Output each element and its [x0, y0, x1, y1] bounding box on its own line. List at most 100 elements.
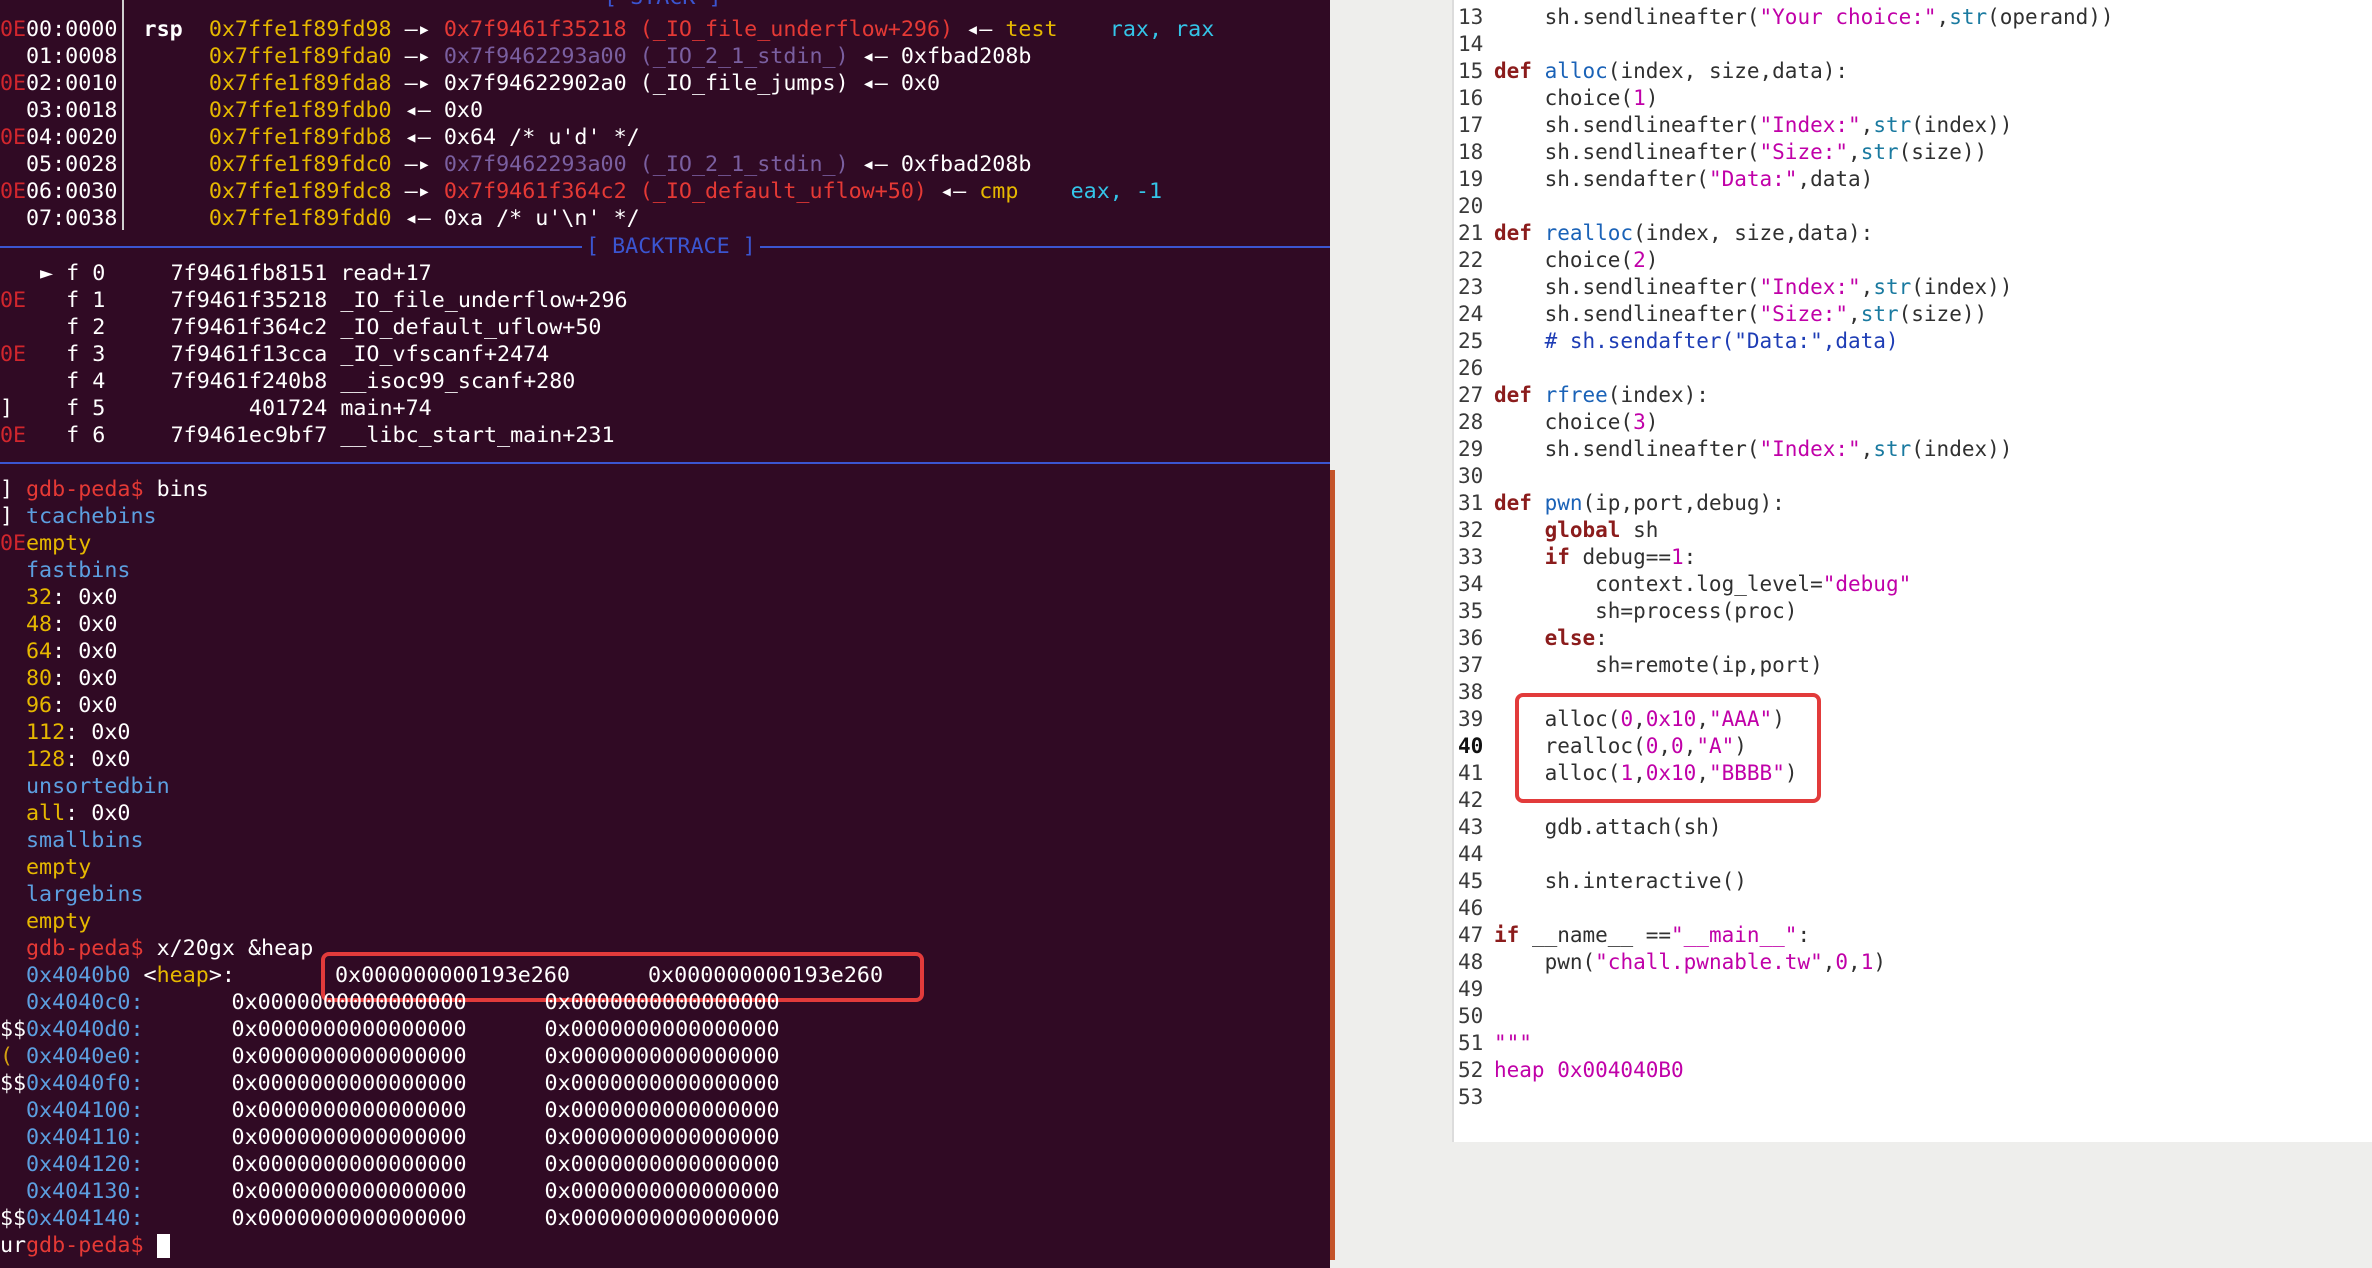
code-line[interactable]: 34 context.log_level="debug"	[1454, 571, 1911, 598]
code-token: "__main__"	[1671, 923, 1798, 947]
code-line[interactable]: 32 global sh	[1454, 517, 1658, 544]
code-line[interactable]: 53	[1454, 1084, 1494, 1111]
code-line[interactable]: 31 def pwn(ip,port,debug):	[1454, 490, 1785, 517]
code-line[interactable]: 25 # sh.sendafter("Data:",data)	[1454, 328, 1899, 355]
code-line[interactable]: 51 """	[1454, 1030, 1532, 1057]
code-line[interactable]: 37 sh=remote(ip,port)	[1454, 652, 1823, 679]
code-line[interactable]: 35 sh=process(proc)	[1454, 598, 1797, 625]
code-line[interactable]: 43 gdb.attach(sh)	[1454, 814, 1722, 841]
line-number: 30	[1458, 464, 1484, 488]
line-number: 13	[1458, 5, 1484, 29]
code-line[interactable]: 13 sh.sendlineafter("Your choice:",str(o…	[1454, 4, 2114, 31]
bins-output-line: empty	[26, 530, 91, 557]
bins-label: unsortedbin	[26, 774, 170, 799]
stack-address: 0x7ffe1f89fdc0	[182, 152, 392, 177]
code-line[interactable]: 49	[1454, 976, 1494, 1003]
code-line[interactable]: 23 sh.sendlineafter("Index:",str(index))	[1454, 274, 2012, 301]
heap-value: 0x0000000000000000	[544, 1044, 780, 1069]
bins-output-line: all: 0x0	[26, 800, 130, 827]
code-line[interactable]: 33 if debug==1:	[1454, 544, 1696, 571]
code-line[interactable]: 38	[1454, 679, 1494, 706]
gutter-marker: 0E	[0, 17, 26, 42]
stack-asm-op: cmp	[979, 179, 1019, 204]
code-line[interactable]: 44	[1454, 841, 1494, 868]
code-token: sh.sendlineafter(	[1494, 302, 1760, 326]
command-line: gdb-peda$ bins	[26, 476, 209, 503]
line-number: 17	[1458, 113, 1484, 137]
gutter-marker: $$	[0, 1071, 26, 1096]
code-token: "chall.pwnable.tw"	[1595, 950, 1823, 974]
code-line[interactable]: 14	[1454, 31, 1494, 58]
stack-address: 0x7ffe1f89fdb8	[182, 125, 392, 150]
code-line[interactable]: 21 def realloc(index, size,data):	[1454, 220, 1873, 247]
code-line[interactable]: 42	[1454, 787, 1494, 814]
code-token: str	[1873, 437, 1912, 461]
code-token: "Size:"	[1759, 140, 1849, 164]
code-token: ,	[1860, 113, 1874, 137]
bins-label: empty	[26, 909, 92, 934]
code-line[interactable]: 52 heap 0x004040B0	[1454, 1057, 1684, 1084]
code-line[interactable]: 36 else:	[1454, 625, 1608, 652]
terminal-scrollbar[interactable]	[1330, 470, 1335, 1260]
code-token: str	[1860, 140, 1899, 164]
code-line[interactable]: 30	[1454, 463, 1494, 490]
frame-symbol: __libc_start_main+231	[327, 423, 615, 448]
code-token: ,	[1860, 275, 1874, 299]
code-token: :	[1595, 626, 1608, 650]
code-line[interactable]: 16 choice(1)	[1454, 85, 1658, 112]
code-token: str	[1873, 275, 1912, 299]
code-line[interactable]: 45 sh.interactive()	[1454, 868, 1747, 895]
code-token: pwn(	[1494, 950, 1596, 974]
code-token: str	[1949, 5, 1988, 29]
line-number: 26	[1458, 356, 1484, 380]
heap-value: 0x0000000000000000	[231, 1071, 467, 1096]
code-token: sh.sendlineafter(	[1494, 275, 1760, 299]
code-line[interactable]: 27 def rfree(index):	[1454, 382, 1709, 409]
frame-marker	[40, 423, 66, 448]
heap-value: 0x0000000000000000	[544, 1206, 780, 1231]
code-line[interactable]: 47 if __name__ =="__main__":	[1454, 922, 1810, 949]
code-editor[interactable]: 13 sh.sendlineafter("Your choice:",str(o…	[1452, 0, 2372, 1144]
heap-row: 0x404110: 0x0000000000000000 0x00000000000…	[26, 1124, 780, 1151]
highlight-box-calls	[1515, 693, 1821, 803]
code-line[interactable]: 20	[1454, 193, 1494, 220]
code-line[interactable]: 22 choice(2)	[1454, 247, 1658, 274]
heap-address: 0x404140:	[26, 1206, 144, 1231]
command-line: gdb-peda$ x/20gx &heap	[26, 935, 313, 962]
stack-arrow: ◂—	[926, 179, 980, 204]
code-token: "Index:"	[1759, 113, 1861, 137]
line-number: 34	[1458, 572, 1484, 596]
code-line[interactable]: 46	[1454, 895, 1494, 922]
code-line[interactable]: 26	[1454, 355, 1494, 382]
bins-output-line: smallbins	[26, 827, 144, 854]
code-line[interactable]: 18 sh.sendlineafter("Size:",str(size))	[1454, 139, 1987, 166]
code-line[interactable]: 19 sh.sendafter("Data:",data)	[1454, 166, 1873, 193]
line-number: 50	[1458, 1004, 1484, 1028]
heap-row: 0x4040f0: 0x0000000000000000 0x00000000000…	[26, 1070, 780, 1097]
line-number: 21	[1458, 221, 1484, 245]
code-line[interactable]: 29 sh.sendlineafter("Index:",str(index))	[1454, 436, 2012, 463]
frame-marker	[40, 342, 66, 367]
stack-offset: 04:0020	[26, 125, 118, 150]
frame-symbol: _IO_file_underflow+296	[327, 288, 628, 313]
code-token: 1	[1860, 950, 1874, 974]
bins-label: empty	[26, 855, 92, 880]
heap-value: 0x0000000000000000	[231, 1098, 467, 1123]
code-token: sh.sendlineafter(	[1494, 5, 1760, 29]
code-line[interactable]: 48 pwn("chall.pwnable.tw",0,1)	[1454, 949, 1886, 976]
frame-marker: ►	[40, 261, 67, 286]
stack-value: 0xfbad208b	[900, 152, 1032, 177]
heap-value: 0x0000000000000000	[231, 1044, 467, 1069]
code-line[interactable]: 50	[1454, 1003, 1494, 1030]
context-end-separator	[0, 462, 1330, 464]
line-number: 39	[1458, 707, 1484, 731]
code-token: gdb.attach(sh)	[1494, 815, 1722, 839]
code-line[interactable]: 28 choice(3)	[1454, 409, 1658, 436]
code-line[interactable]: 24 sh.sendlineafter("Size:",str(size))	[1454, 301, 1987, 328]
code-token: (size))	[1898, 302, 1988, 326]
code-line[interactable]: 15 def alloc(index, size,data):	[1454, 58, 1848, 85]
code-line[interactable]: 17 sh.sendlineafter("Index:",str(index))	[1454, 112, 2012, 139]
code-token: )	[1873, 950, 1887, 974]
terminal-window[interactable]: [ STACK ]0E00:0000 rsp 0x7ffe1f89fd98 —▸…	[0, 0, 1330, 1268]
code-token: choice(	[1494, 410, 1634, 434]
